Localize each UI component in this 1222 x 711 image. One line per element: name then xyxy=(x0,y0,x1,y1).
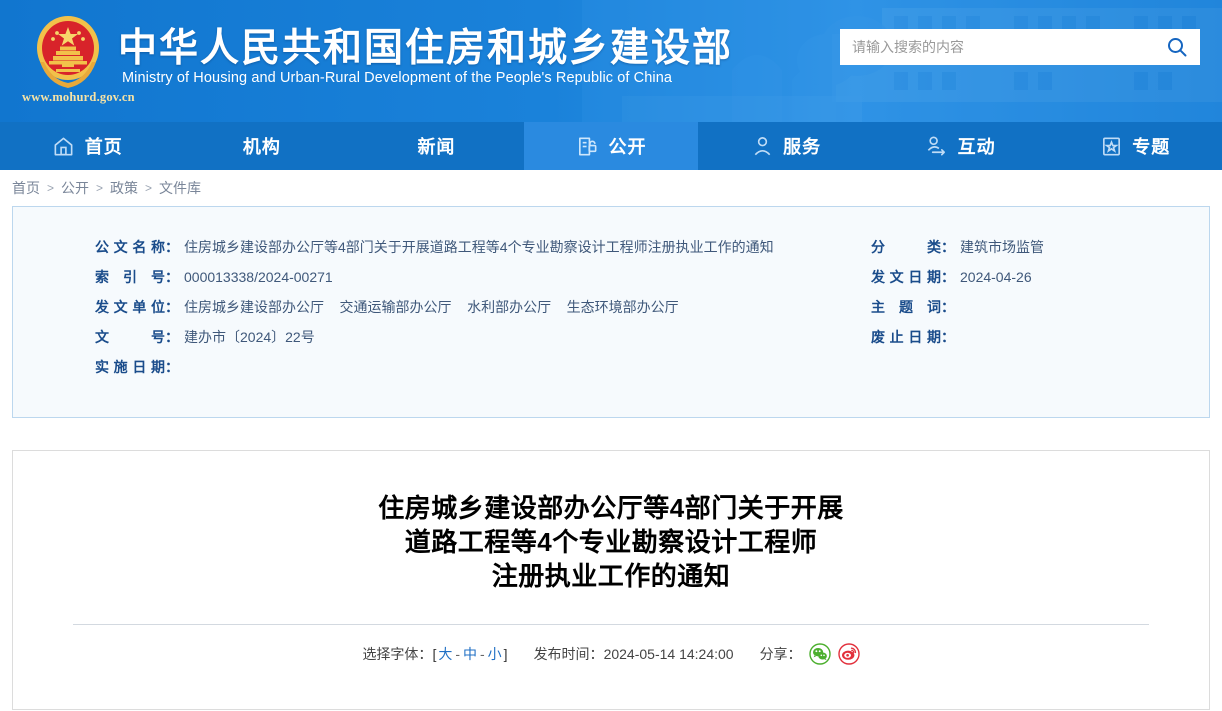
breadcrumb-separator: > xyxy=(47,181,54,195)
breadcrumb-separator: > xyxy=(96,181,103,195)
nav-label: 公开 xyxy=(609,133,647,159)
share-wrap: 分享： xyxy=(760,643,860,665)
nav-label: 首页 xyxy=(85,133,123,159)
meta-row-subject-terms: 主题词 ： xyxy=(871,297,1201,327)
nav-label: 服务 xyxy=(783,133,821,159)
font-size-dash: - xyxy=(479,646,486,662)
font-size-label: 选择字体： xyxy=(362,644,432,664)
meta-colon: ： xyxy=(165,357,179,377)
meta-value-issuing-units: 住房城乡建设部办公厅 交通运输部办公厅 水利部办公厅 生态环境部办公厅 xyxy=(184,297,679,317)
nav-item-interaction[interactable]: 互动 xyxy=(873,122,1048,170)
meta-label: 文号 xyxy=(95,327,165,347)
meta-colon: ： xyxy=(165,267,179,287)
meta-label: 发文单位 xyxy=(95,297,165,317)
document-unlock-icon xyxy=(576,134,600,158)
meta-row-category: 分类 ： 建筑市场监管 xyxy=(871,237,1201,267)
weibo-icon[interactable] xyxy=(838,643,860,665)
meta-value-document-number: 建办市〔2024〕22号 xyxy=(184,327,315,347)
meta-label: 发文日期 xyxy=(871,267,941,287)
meta-colon: ： xyxy=(941,297,955,317)
meta-label: 索引号 xyxy=(95,267,165,287)
bracket-close: ] xyxy=(504,646,508,662)
meta-value-document-name: 住房城乡建设部办公厅等4部门关于开展道路工程等4个专业勘察设计工程师注册执业工作… xyxy=(184,237,774,257)
breadcrumb-item-open[interactable]: 公开 xyxy=(61,178,89,198)
publish-time-label: 发布时间： xyxy=(534,646,604,662)
nav-label: 机构 xyxy=(243,133,281,159)
article-title-line: 道路工程等4个专业勘察设计工程师 xyxy=(73,525,1149,559)
nav-item-organization[interactable]: 机构 xyxy=(175,122,350,170)
nav-item-service[interactable]: 服务 xyxy=(698,122,873,170)
font-size-medium[interactable]: 中 xyxy=(461,644,479,664)
nav-item-topic[interactable]: 专题 xyxy=(1047,122,1222,170)
site-header: www.mohurd.gov.cn 中华人民共和国住房和城乡建设部 Minist… xyxy=(0,0,1222,122)
article-title-line: 住房城乡建设部办公厅等4部门关于开展 xyxy=(73,491,1149,525)
nav-label: 互动 xyxy=(958,133,996,159)
site-title-cn: 中华人民共和国住房和城乡建设部 xyxy=(118,17,733,73)
breadcrumb-separator: > xyxy=(145,181,152,195)
nav-item-open[interactable]: 公开 xyxy=(524,122,699,170)
article-title-line: 注册执业工作的通知 xyxy=(73,559,1149,593)
article-meta-bar: 选择字体： [ 大 - 中 - 小 ] 发布时间：2024-05-14 14:2… xyxy=(73,643,1149,665)
share-label: 分享： xyxy=(760,644,802,664)
star-box-icon xyxy=(1099,134,1123,158)
meta-row-effective-date: 实施日期 ： xyxy=(13,357,1209,387)
wechat-icon[interactable] xyxy=(809,643,831,665)
breadcrumb-item-file-library[interactable]: 文件库 xyxy=(159,178,201,198)
nav-label: 新闻 xyxy=(417,133,455,159)
meta-colon: ： xyxy=(941,327,955,347)
meta-row-repeal-date: 废止日期 ： xyxy=(871,327,1201,357)
nav-item-news[interactable]: 新闻 xyxy=(349,122,524,170)
meta-row-issue-date: 发文日期 ： 2024-04-26 xyxy=(871,267,1201,297)
search-button[interactable] xyxy=(1154,29,1200,65)
article-divider xyxy=(73,624,1149,625)
meta-label: 公文名称 xyxy=(95,237,165,257)
breadcrumb: 首页 > 公开 > 政策 > 文件库 xyxy=(0,170,1222,206)
breadcrumb-item-home[interactable]: 首页 xyxy=(12,178,40,198)
meta-label: 实施日期 xyxy=(95,357,165,377)
person-exchange-icon xyxy=(925,134,949,158)
breadcrumb-item-policy[interactable]: 政策 xyxy=(110,178,138,198)
font-size-large[interactable]: 大 xyxy=(436,644,454,664)
search-input[interactable] xyxy=(840,30,1154,64)
meta-label: 分类 xyxy=(871,237,941,257)
publish-time-value: 2024-05-14 14:24:00 xyxy=(604,646,734,662)
national-emblem xyxy=(26,12,110,90)
meta-colon: ： xyxy=(165,237,179,257)
site-url: www.mohurd.gov.cn xyxy=(22,90,135,105)
meta-colon: ： xyxy=(941,237,955,257)
main-nav: 首页 机构 新闻 公开 服务 xyxy=(0,122,1222,170)
nav-label: 专题 xyxy=(1132,133,1170,159)
home-icon xyxy=(52,134,76,158)
meta-value-category: 建筑市场监管 xyxy=(960,237,1044,257)
meta-colon: ： xyxy=(165,297,179,317)
document-meta-right-column: 分类 ： 建筑市场监管 发文日期 ： 2024-04-26 主题词 ： 废止日期… xyxy=(871,237,1201,357)
nav-item-home[interactable]: 首页 xyxy=(0,122,175,170)
meta-value-issue-date: 2024-04-26 xyxy=(960,267,1032,287)
font-size-small[interactable]: 小 xyxy=(486,644,504,664)
publish-time-wrap: 发布时间：2024-05-14 14:24:00 xyxy=(534,644,734,664)
article-card: 住房城乡建设部办公厅等4部门关于开展 道路工程等4个专业勘察设计工程师 注册执业… xyxy=(12,450,1210,710)
font-size-dash: - xyxy=(454,646,461,662)
meta-colon: ： xyxy=(941,267,955,287)
search-icon xyxy=(1166,36,1188,58)
article-title: 住房城乡建设部办公厅等4部门关于开展 道路工程等4个专业勘察设计工程师 注册执业… xyxy=(73,491,1149,593)
meta-colon: ： xyxy=(165,327,179,347)
person-icon xyxy=(750,134,774,158)
meta-label: 废止日期 xyxy=(871,327,941,347)
content-wrapper: 公文名称 ： 住房城乡建设部办公厅等4部门关于开展道路工程等4个专业勘察设计工程… xyxy=(0,206,1222,710)
meta-value-index-number: 000013338/2024-00271 xyxy=(184,267,333,287)
search-box xyxy=(840,29,1200,65)
meta-label: 主题词 xyxy=(871,297,941,317)
document-meta-card: 公文名称 ： 住房城乡建设部办公厅等4部门关于开展道路工程等4个专业勘察设计工程… xyxy=(12,206,1210,418)
font-size-selector: 选择字体： [ 大 - 中 - 小 ] xyxy=(362,644,507,664)
site-title-en: Ministry of Housing and Urban-Rural Deve… xyxy=(122,70,672,86)
